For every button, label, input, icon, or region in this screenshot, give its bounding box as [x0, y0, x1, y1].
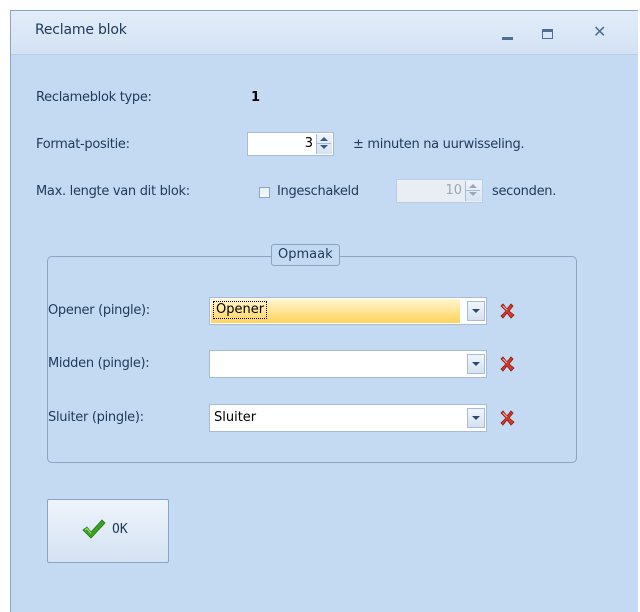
- opener-clear-button[interactable]: [497, 301, 517, 321]
- chevron-down-icon: [472, 362, 480, 366]
- maximize-icon: [542, 29, 553, 39]
- sluiter-dropdown-button[interactable]: [467, 408, 485, 428]
- spin-down-icon[interactable]: [320, 145, 328, 149]
- opener-combo[interactable]: Opener: [209, 297, 487, 325]
- chevron-down-icon: [472, 416, 480, 420]
- dialog-window: Reclame blok ✕ Reclameblok type: 1 Forma…: [10, 10, 638, 612]
- opener-combo-value: Opener: [213, 301, 268, 319]
- checkmark-icon: [82, 519, 106, 539]
- format-label: Format-positie:: [36, 137, 130, 152]
- format-suffix: ± minuten na uurwisseling.: [353, 137, 525, 152]
- sluiter-combo[interactable]: Sluiter: [209, 404, 487, 432]
- sluiter-combo-value: Sluiter: [214, 410, 257, 425]
- opener-label: Opener (pingle):: [48, 303, 150, 318]
- spin-up-icon[interactable]: [320, 137, 328, 141]
- chevron-down-icon: [472, 309, 480, 313]
- spin-down-icon: [469, 192, 477, 196]
- maxlen-label: Max. lengte van dit blok:: [36, 184, 190, 199]
- ok-button[interactable]: OK: [47, 499, 169, 563]
- clear-x-icon: [500, 356, 515, 372]
- clear-x-icon: [500, 303, 515, 319]
- close-icon: ✕: [593, 22, 607, 41]
- close-button[interactable]: ✕: [587, 21, 615, 45]
- type-label: Reclameblok type:: [36, 90, 152, 105]
- midden-label: Midden (pingle):: [48, 356, 150, 371]
- midden-clear-button[interactable]: [497, 354, 517, 374]
- spin-buttons: [465, 181, 481, 201]
- spin-up-icon: [469, 184, 477, 188]
- spin-divider: [466, 190, 480, 191]
- spin-divider: [317, 143, 331, 144]
- sluiter-label: Sluiter (pingle):: [48, 410, 144, 425]
- layout-group-legend: Opmaak: [271, 244, 340, 266]
- minimize-icon: [502, 37, 513, 40]
- clear-x-icon: [500, 410, 515, 426]
- maxlen-spinner: 10: [396, 179, 483, 203]
- opener-dropdown-button[interactable]: [467, 301, 485, 321]
- sluiter-clear-button[interactable]: [497, 408, 517, 428]
- ok-button-label: OK: [112, 522, 128, 537]
- title-bar[interactable]: Reclame blok ✕: [11, 11, 638, 55]
- minimize-button[interactable]: [495, 21, 523, 45]
- window-title: Reclame blok: [35, 22, 127, 38]
- midden-dropdown-button[interactable]: [467, 354, 485, 374]
- enabled-checkbox[interactable]: [259, 187, 270, 198]
- format-position-value: 3: [304, 136, 313, 151]
- maximize-button[interactable]: [535, 21, 563, 45]
- enabled-checkbox-label[interactable]: Ingeschakeld: [277, 184, 359, 199]
- format-position-spinner[interactable]: 3: [247, 132, 334, 156]
- spin-buttons[interactable]: [316, 134, 332, 154]
- maxlen-suffix: seconden.: [492, 184, 557, 199]
- maxlen-value: 10: [445, 183, 462, 198]
- type-value: 1: [251, 90, 261, 105]
- midden-combo[interactable]: [209, 350, 487, 378]
